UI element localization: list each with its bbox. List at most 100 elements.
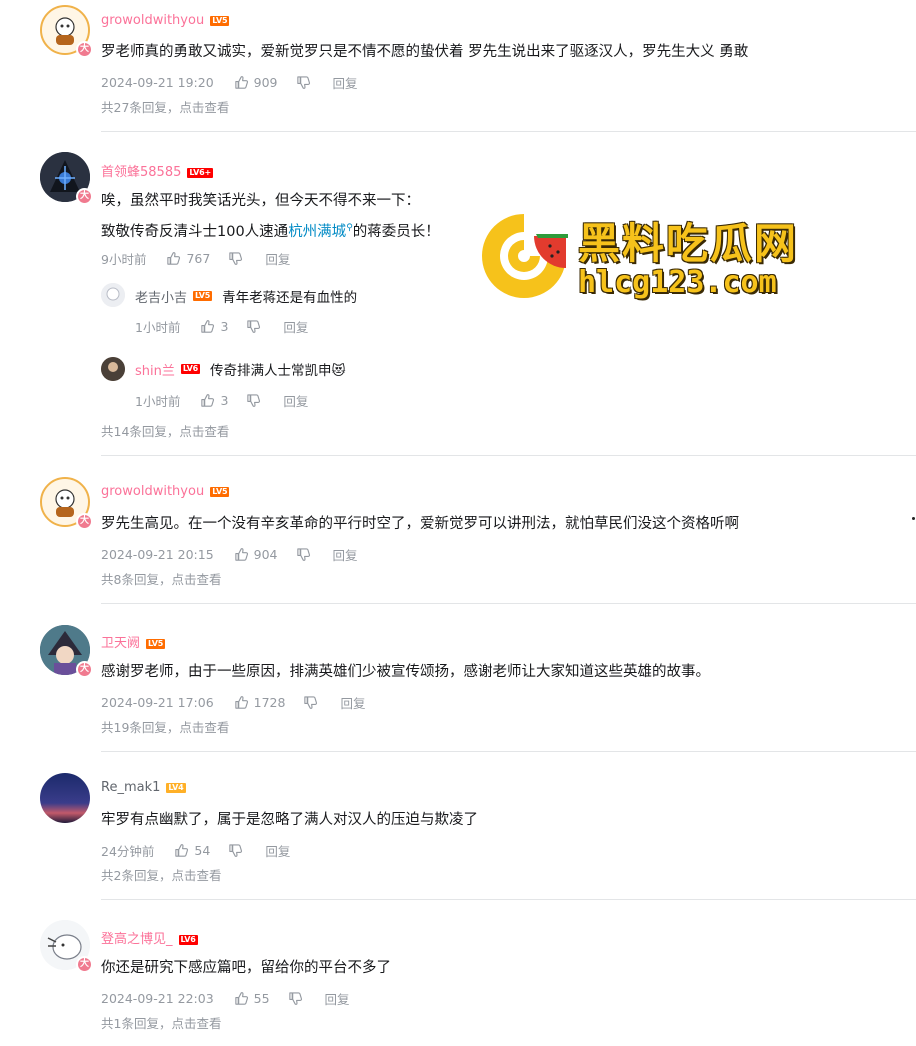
like-button[interactable]: 3: [200, 393, 228, 408]
level-badge: LV5: [210, 15, 230, 26]
like-count: 55: [253, 991, 270, 1006]
reply-button[interactable]: 回复: [265, 841, 290, 860]
thumbs-up-icon: [234, 991, 249, 1006]
reply-item: shin兰 LV6 传奇排满人士常凯申😻: [135, 359, 346, 379]
avatar[interactable]: 大: [40, 5, 93, 58]
thumbs-up-icon: [234, 547, 249, 562]
username[interactable]: Re_mak1 LV4: [101, 780, 186, 795]
like-button[interactable]: 904: [234, 547, 278, 562]
like-button[interactable]: 1728: [234, 695, 286, 710]
avatar[interactable]: 大: [40, 625, 93, 678]
level-badge: LV5: [146, 638, 166, 649]
view-replies: 共1条回复，点击查看: [101, 1013, 221, 1032]
username-text[interactable]: growoldwithyou: [101, 484, 204, 499]
like-button[interactable]: 54: [174, 843, 210, 858]
username[interactable]: 首领蜂58585 LV6+: [101, 161, 214, 180]
username-text[interactable]: 登高之博见_: [101, 932, 173, 947]
dislike-button[interactable]: [303, 695, 318, 710]
dislike-button[interactable]: [228, 843, 243, 858]
reply-count-text: 共8条回复，: [101, 572, 172, 587]
thumbs-down-icon: [296, 75, 311, 90]
reply-count-text: 共2条回复，: [101, 868, 172, 883]
view-replies-link[interactable]: 点击查看: [171, 868, 221, 883]
level-badge: LV5: [193, 291, 213, 301]
view-replies: 共14条回复，点击查看: [101, 421, 229, 440]
reply-button[interactable]: 回复: [333, 545, 358, 564]
divider: [101, 455, 916, 456]
view-replies-link[interactable]: 点击查看: [179, 424, 229, 439]
comment-meta: 2024-09-21 22:03 55 回复: [101, 989, 350, 1008]
avatar[interactable]: [40, 773, 90, 823]
username[interactable]: 登高之博见_ LV6: [101, 928, 198, 947]
comment-meta: 2024-09-21 20:15 904 回复: [101, 545, 358, 564]
reply-button[interactable]: 回复: [325, 989, 350, 1008]
reply-username[interactable]: shin兰: [135, 360, 175, 379]
view-replies: 共2条回复，点击查看: [101, 865, 221, 884]
username[interactable]: growoldwithyou LV5: [101, 13, 230, 28]
comment-text-line: 唉，虽然平时我笑话光头，但今天不得不来一下：: [101, 193, 420, 209]
username-text[interactable]: 卫天阙: [101, 636, 140, 651]
avatar[interactable]: 大: [40, 477, 93, 530]
dislike-button[interactable]: [288, 991, 303, 1006]
watermelon-logo-icon: [482, 214, 568, 298]
reply-count-text: 共1条回复，: [101, 1016, 172, 1031]
dislike-button[interactable]: [246, 319, 261, 334]
thumbs-up-icon: [200, 319, 215, 334]
reply-avatar[interactable]: [101, 283, 125, 307]
view-replies: 共27条回复，点击查看: [101, 97, 229, 116]
reply-count-text: 共14条回复，: [101, 424, 180, 439]
search-link[interactable]: 杭州满城: [288, 224, 346, 240]
like-count: 1728: [253, 695, 286, 710]
divider: [101, 899, 916, 900]
reply-text: 青年老蒋还是有血性的: [222, 290, 358, 306]
comment-text: 感谢罗老师，由于一些原因，排满英雄们少被宣传颂扬，感谢老师让大家知道这些英雄的故…: [101, 664, 710, 680]
username-text[interactable]: growoldwithyou: [101, 13, 204, 28]
vip-badge-icon: 大: [76, 188, 93, 205]
view-replies-link[interactable]: 点击查看: [171, 1016, 221, 1031]
reply-avatar[interactable]: [101, 357, 125, 381]
username-text[interactable]: Re_mak1: [101, 780, 160, 795]
view-replies-link[interactable]: 点击查看: [179, 720, 229, 735]
dislike-button[interactable]: [296, 547, 311, 562]
like-count: 904: [253, 547, 278, 562]
like-count: 767: [186, 251, 211, 266]
level-badge: LV6+: [187, 167, 214, 178]
reply-time: 1小时前: [135, 394, 181, 409]
reply-button[interactable]: 回复: [265, 249, 290, 268]
view-replies-link[interactable]: 点击查看: [179, 100, 229, 115]
comment-text: 罗老师真的勇敢又诚实，爱新觉罗只是不情不愿的蛰伏着 罗先生说出来了驱逐汉人，罗先…: [101, 44, 749, 60]
dislike-button[interactable]: [296, 75, 311, 90]
reply-button[interactable]: 回复: [340, 693, 365, 712]
reply-text: 传奇排满人士常凯申😻: [210, 363, 346, 379]
reply-button[interactable]: 回复: [333, 73, 358, 92]
reply-meta: 1小时前 3 回复: [135, 317, 308, 336]
avatar[interactable]: 大: [40, 152, 93, 205]
like-button[interactable]: 55: [234, 991, 270, 1006]
username-text[interactable]: 首领蜂58585: [101, 165, 181, 180]
avatar[interactable]: 大: [40, 920, 93, 973]
username[interactable]: growoldwithyou LV5: [101, 484, 230, 499]
view-replies-link[interactable]: 点击查看: [171, 572, 221, 587]
level-badge: LV5: [210, 486, 230, 497]
reply-button[interactable]: 回复: [283, 391, 308, 410]
comment-meta: 24分钟前 54 回复: [101, 841, 290, 860]
dislike-button[interactable]: [228, 251, 243, 266]
comment-text: 牢罗有点幽默了，属于是忽略了满人对汉人的压迫与欺凌了: [101, 812, 478, 828]
like-count: 3: [220, 319, 229, 334]
reply-username[interactable]: 老吉小吉: [135, 287, 187, 306]
dislike-button[interactable]: [246, 393, 261, 408]
comment-time: 2024-09-21 22:03: [101, 991, 214, 1006]
like-count: 54: [194, 843, 211, 858]
like-button[interactable]: 909: [234, 75, 278, 90]
comment-text-line: 致敬传奇反清斗士100人速通杭州满城⚲的蒋委员长！: [101, 216, 440, 244]
comment-time: 9小时前: [101, 252, 147, 267]
search-icon[interactable]: ⚲: [346, 223, 353, 233]
like-button[interactable]: 3: [200, 319, 228, 334]
like-button[interactable]: 767: [166, 251, 210, 266]
comment-time: 2024-09-21 19:20: [101, 75, 214, 90]
vip-badge-icon: 大: [76, 513, 93, 530]
thumbs-down-icon: [288, 991, 303, 1006]
username[interactable]: 卫天阙 LV5: [101, 632, 166, 651]
reply-button[interactable]: 回复: [283, 317, 308, 336]
thumbs-up-icon: [166, 251, 181, 266]
